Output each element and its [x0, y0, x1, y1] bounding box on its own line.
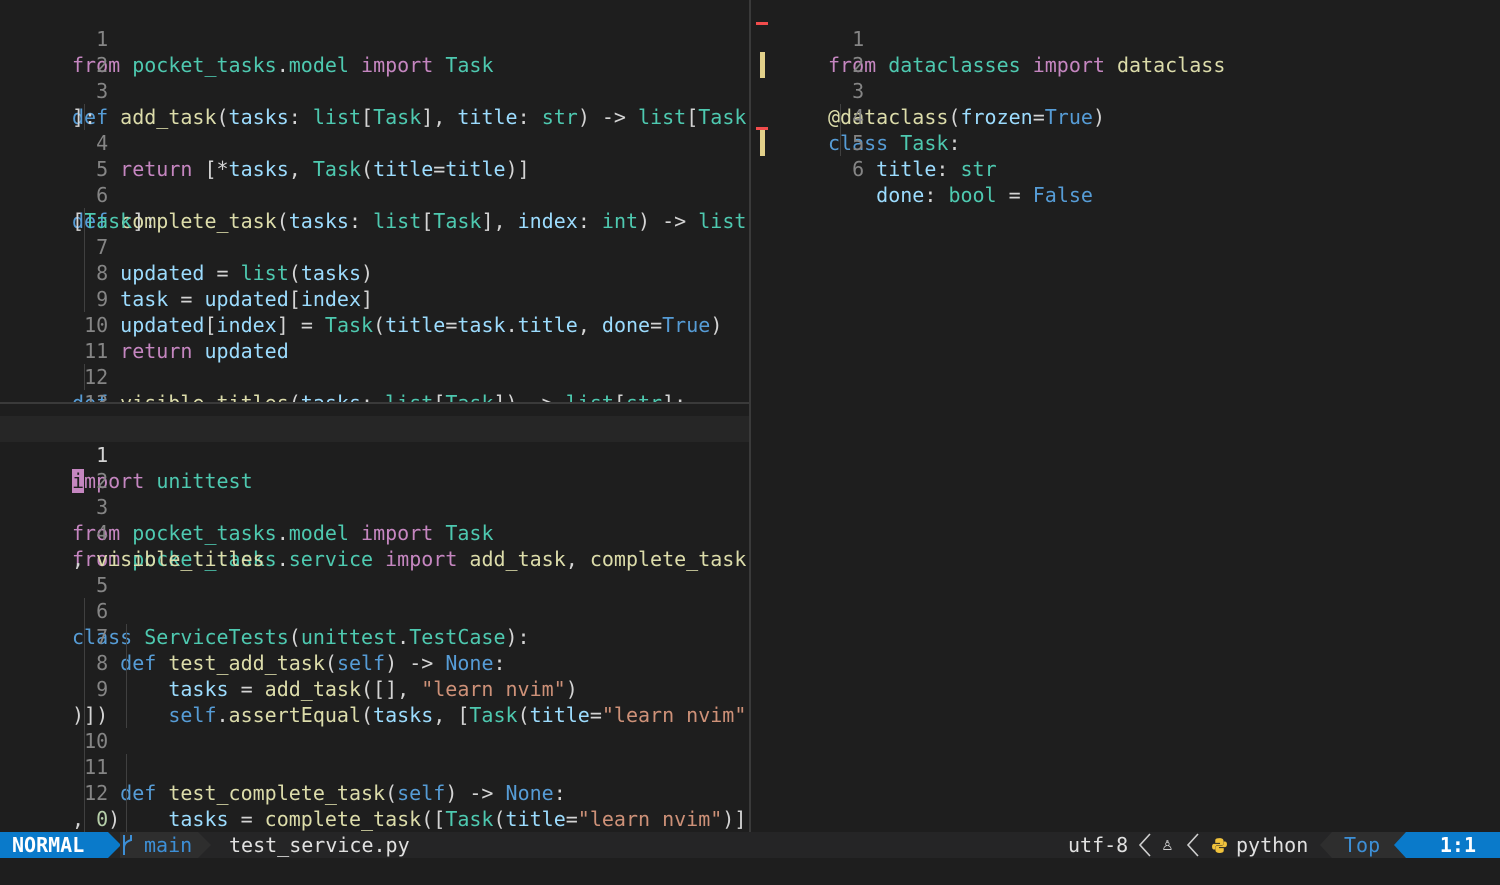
code-line[interactable]: 7 updated = list(tasks) [0, 208, 749, 285]
mode-indicator: NORMAL [0, 832, 108, 858]
indent-guide [126, 624, 127, 728]
code-line[interactable]: 11 def test_complete_task(self) -> None: [0, 728, 749, 805]
editor-pane-service[interactable]: 1 from pocket_tasks.model import Task 2 … [0, 0, 749, 402]
line-number: 6 [852, 157, 865, 181]
linux-tux-icon: ♙ [1162, 834, 1173, 855]
code-line[interactable]: 8 task = updated[index] [0, 234, 749, 311]
code-line[interactable]: 4 class Task: [768, 78, 1500, 155]
chevron-left-icon [1138, 833, 1151, 857]
code-line[interactable]: 10 return updated [0, 286, 749, 363]
code-line-wrap[interactable]: ]: [0, 78, 749, 129]
indent-guide [84, 208, 85, 312]
code-line[interactable]: 1 from pocket_tasks.model import Task [0, 0, 749, 77]
code-line[interactable]: 6 done: bool = False [768, 130, 1500, 207]
position-separator [1394, 832, 1406, 858]
code-line[interactable]: 5 [0, 546, 749, 597]
code-line-wrap[interactable]: , 0) [0, 780, 749, 831]
code-line[interactable]: 12 tasks = complete_task([Task(title="le… [0, 754, 749, 831]
line-number: 13 [48, 390, 108, 402]
editor-pane-model[interactable]: 1 from dataclasses import dataclass 2 3 … [768, 0, 1500, 832]
code-line[interactable]: 13 return [task.title for task in tasks … [0, 364, 749, 402]
code-line[interactable]: 5 title: str [768, 104, 1500, 181]
git-branch[interactable]: main [120, 832, 198, 858]
code-line[interactable]: 1 from dataclasses import dataclass [768, 0, 1500, 77]
indent-guide [840, 104, 841, 156]
code-line[interactable]: 4 from pocket_tasks.service import add_t… [0, 494, 749, 571]
indent-guide [126, 754, 127, 832]
git-change-sign [760, 52, 765, 78]
code-line[interactable]: 3 def add_task(tasks: list[Task], title:… [0, 52, 749, 129]
cursor-position-text: 1:1 [1439, 833, 1476, 857]
code-line-wrap[interactable]: , visible_titles [0, 520, 749, 571]
code-line[interactable]: 4 return [*tasks, Task(title=title)] [0, 104, 749, 181]
editor-pane-tests[interactable]: 1 import unittest 2 3 from pocket_tasks.… [0, 404, 749, 832]
git-delete-sign [756, 22, 768, 25]
code-text: done: bool = False [876, 183, 1093, 207]
code-line[interactable]: 13 self.assertTrue(tasks[0].done) [0, 806, 749, 832]
indent-guide [84, 104, 85, 130]
chevron-left-icon [1186, 833, 1199, 857]
code-line[interactable]: 11 [0, 312, 749, 363]
command-line[interactable] [0, 858, 1500, 885]
code-line[interactable]: 12 def visible_titles(tasks: list[Task])… [0, 338, 749, 402]
code-line[interactable]: 10 [0, 702, 749, 753]
git-branch-icon [123, 835, 132, 855]
code-line[interactable]: 8 tasks = add_task([], "learn nvim") [0, 624, 749, 701]
file-type: python [1236, 833, 1309, 857]
file-name: test_service.py [229, 833, 410, 857]
code-line[interactable]: 6 def complete_task(tasks: list[Task], i… [0, 156, 749, 233]
branch-name: main [144, 833, 193, 857]
code-line[interactable]: 3 @dataclass(frozen=True) [768, 52, 1500, 129]
branch-separator [198, 832, 211, 858]
python-icon [1212, 838, 1227, 853]
code-line[interactable]: 9 updated[index] = Task(title=task.title… [0, 260, 749, 337]
code-line[interactable]: 2 [0, 26, 749, 77]
indent-guide [84, 598, 85, 832]
file-encoding: utf-8 [1068, 833, 1129, 857]
code-line[interactable]: 2 [768, 26, 1500, 77]
code-line-wrap[interactable]: [Task]: [0, 182, 749, 233]
code-line[interactable]: 9 self.assertEqual(tasks, [Task(title="l… [0, 650, 749, 727]
vertical-split-divider[interactable] [749, 0, 751, 832]
code-line[interactable]: 7 def test_add_task(self) -> None: [0, 598, 749, 675]
code-line[interactable]: 2 [0, 442, 749, 493]
indent-guide [84, 364, 85, 390]
cursor-position: 1:1 [1406, 832, 1500, 858]
statusline: NORMAL main test_service.py utf-8 ♙ pyth… [0, 832, 1500, 858]
scroll-separator [1320, 832, 1332, 858]
code-line[interactable]: 3 from pocket_tasks.model import Task [0, 468, 749, 545]
code-line[interactable]: 6 class ServiceTests(unittest.TestCase): [0, 572, 749, 649]
code-line[interactable]: 5 [0, 130, 749, 181]
code-line-wrap[interactable]: )]) [0, 676, 749, 727]
code-line-current[interactable]: 1 import unittest [0, 416, 749, 493]
code-text: def visible_titles(tasks: list[Task]) ->… [72, 390, 686, 402]
git-change-sign [760, 130, 765, 156]
